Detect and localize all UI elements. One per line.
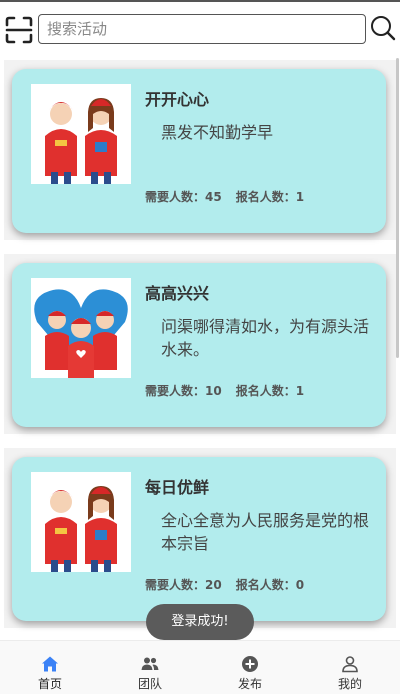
search-input[interactable] <box>38 14 366 44</box>
activity-stats: 需要人数：45 报名人数：1 <box>145 188 304 205</box>
tab-profile[interactable]: 我的 <box>300 641 400 694</box>
tab-home[interactable]: 首页 <box>0 641 100 694</box>
activity-image <box>31 472 131 572</box>
tab-label: 团队 <box>137 677 162 691</box>
bottom-tab-bar: 首页 团队 发布 我的 <box>0 640 400 694</box>
team-icon <box>141 657 159 670</box>
activity-card[interactable]: 每日优鲜 全心全意为人民服务是党的根本宗旨 需要人数：20 报名人数：0 <box>12 457 386 621</box>
activity-list[interactable]: 开开心心 黑发不知勤学早 需要人数：45 报名人数：1 高高兴兴 问渠哪得清如水… <box>0 54 400 632</box>
signed-count: 0 <box>295 578 305 592</box>
required-count: 45 <box>205 190 222 204</box>
signed-label: 报名人数： <box>235 190 296 204</box>
signed-label: 报名人数： <box>235 384 296 398</box>
activity-title: 开开心心 <box>145 90 210 109</box>
tab-label: 首页 <box>37 677 62 691</box>
activity-description: 问渠哪得清如水，为有源头活水来。 <box>161 317 370 359</box>
required-count: 20 <box>205 578 222 592</box>
activity-description: 全心全意为人民服务是党的根本宗旨 <box>161 511 370 553</box>
signed-count: 1 <box>295 384 305 398</box>
activity-card[interactable]: 开开心心 黑发不知勤学早 需要人数：45 报名人数：1 <box>12 69 386 233</box>
publish-icon <box>242 656 258 672</box>
search-icon[interactable] <box>370 15 396 41</box>
activity-title: 高高兴兴 <box>145 284 210 303</box>
activity-stats: 需要人数：20 报名人数：0 <box>145 576 304 593</box>
required-count: 10 <box>205 384 222 398</box>
activity-image <box>31 84 131 184</box>
required-label: 需要人数： <box>145 578 206 592</box>
activity-card[interactable]: 高高兴兴 问渠哪得清如水，为有源头活水来。 需要人数：10 报名人数：1 <box>12 263 386 427</box>
activity-description: 黑发不知勤学早 <box>161 123 274 142</box>
signed-count: 1 <box>295 190 305 204</box>
activity-image <box>31 278 131 378</box>
activity-title: 每日优鲜 <box>145 478 210 497</box>
required-label: 需要人数： <box>145 384 206 398</box>
activity-stats: 需要人数：10 报名人数：1 <box>145 382 304 399</box>
required-label: 需要人数： <box>145 190 206 204</box>
tab-label: 发布 <box>237 677 262 691</box>
home-icon <box>42 656 58 672</box>
tab-publish[interactable]: 发布 <box>200 641 300 694</box>
scrollbar[interactable] <box>396 58 399 358</box>
profile-icon <box>342 656 358 673</box>
scan-icon[interactable] <box>5 16 33 44</box>
tab-team[interactable]: 团队 <box>100 641 200 694</box>
signed-label: 报名人数： <box>235 578 296 592</box>
tab-label: 我的 <box>337 677 362 691</box>
search-bar <box>0 2 400 54</box>
toast-message: 登录成功! <box>146 604 254 640</box>
